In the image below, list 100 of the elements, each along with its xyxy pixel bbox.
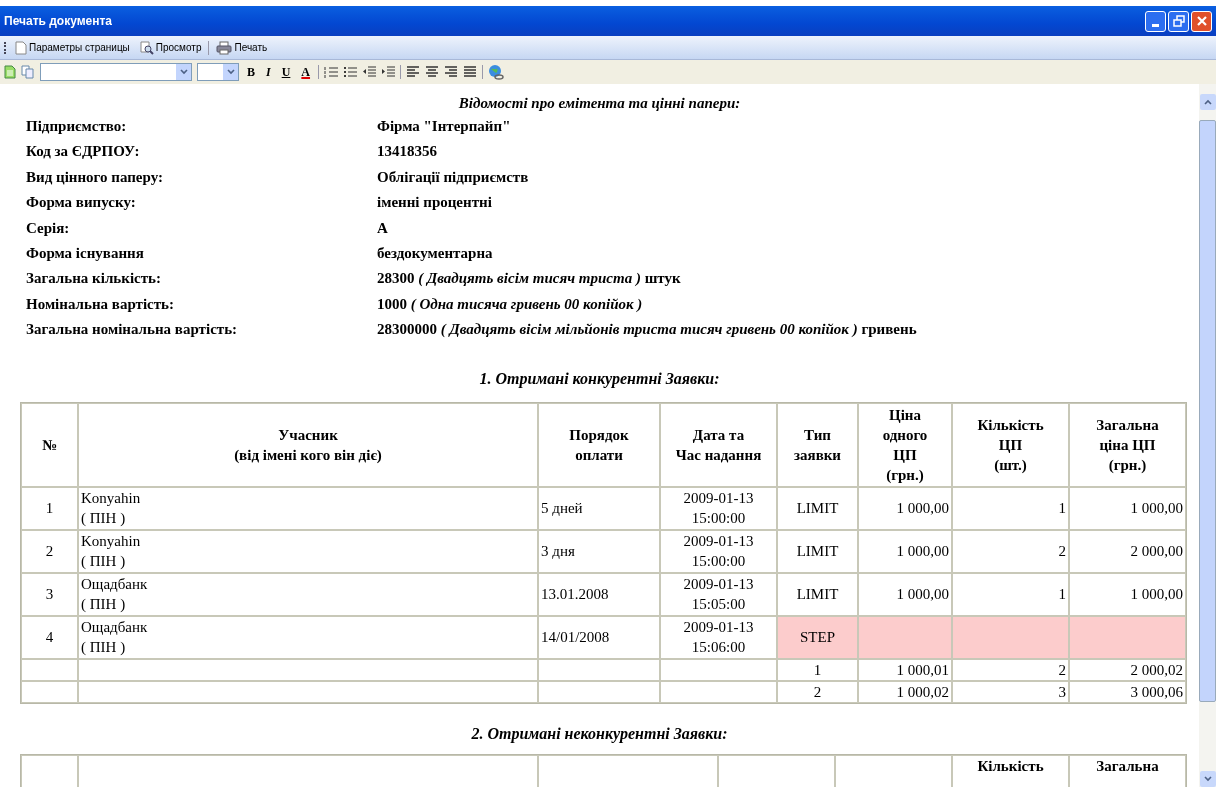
table-cell: 1 000,00 bbox=[1069, 486, 1186, 530]
field-label: Підприємство: bbox=[26, 117, 128, 136]
document-heading: Відомості про емітента та цінні папери: bbox=[457, 94, 742, 113]
column-header: Порядок оплати bbox=[538, 402, 660, 487]
table-cell: 2 000,00 bbox=[1069, 529, 1186, 573]
column-header: Загальна ціна ЦП (грн.) bbox=[1069, 402, 1186, 487]
scroll-up-button[interactable] bbox=[1199, 94, 1216, 110]
table-cell: Ощадбанк ( ПІН ) bbox=[78, 572, 538, 616]
table-cell: 3 000,06 bbox=[1069, 680, 1186, 703]
toolbar-button[interactable]: Просмотр bbox=[136, 39, 205, 56]
page-icon bbox=[15, 40, 27, 55]
bullet-list-icon[interactable] bbox=[343, 66, 358, 78]
align-right-icon[interactable] bbox=[444, 66, 459, 78]
table-cell: 2009-01-13 15:06:00 bbox=[660, 615, 777, 659]
table-cell: 1 000,00 bbox=[858, 572, 952, 616]
format-button[interactable]: A bbox=[298, 64, 314, 80]
column-header: Дата та Час надання bbox=[660, 402, 777, 487]
field-label: Загальна номінальна вартість: bbox=[26, 320, 239, 340]
column-header: Кількість bbox=[952, 754, 1069, 787]
table-cell: LIMIT bbox=[777, 529, 858, 573]
field-label: Вид цінного паперу: bbox=[26, 167, 164, 187]
toolbar-button[interactable]: Печать bbox=[213, 39, 271, 56]
align-left-icon[interactable] bbox=[406, 66, 421, 78]
table-cell: LIMIT bbox=[777, 486, 858, 530]
scrollbar[interactable] bbox=[1199, 84, 1216, 787]
table-cell: 1 bbox=[777, 658, 858, 681]
table-cell: 2009-01-13 15:00:00 bbox=[660, 486, 777, 530]
format-button[interactable]: B bbox=[244, 64, 258, 80]
minimize-icon bbox=[1152, 23, 1159, 27]
printer-icon bbox=[216, 40, 233, 55]
field-label: Серія: bbox=[26, 218, 71, 238]
chevron-down-icon bbox=[226, 69, 235, 75]
window-title: Печать документа bbox=[4, 14, 114, 28]
table-cell: 1 000,00 bbox=[858, 486, 952, 530]
table-cell: 3 bbox=[21, 572, 78, 616]
section-heading: 2. Отримані неконкурентні Заявки: bbox=[470, 723, 729, 744]
table-cell: 4 bbox=[21, 615, 78, 659]
column-header: Учасник (від імені кого він діє) bbox=[78, 402, 538, 487]
column-header: Загальна bbox=[1069, 754, 1186, 787]
section-heading: 1. Отримані конкурентні Заявки: bbox=[478, 368, 721, 389]
field-value: бездокументарна bbox=[377, 244, 494, 264]
table-cell: STEP bbox=[777, 615, 858, 659]
field-value: 28300 ( Двадцять вісім тисяч триста ) штук bbox=[377, 269, 682, 289]
chevron-down-icon bbox=[179, 69, 188, 75]
format-button[interactable]: I bbox=[263, 64, 274, 80]
document-icon[interactable] bbox=[4, 65, 16, 79]
table-cell: 1 000,02 bbox=[858, 680, 952, 703]
close-icon bbox=[1195, 15, 1208, 27]
field-value: іменні процентні bbox=[377, 193, 493, 213]
table-cell: 2 000,02 bbox=[1069, 658, 1186, 681]
table-cell: 2 bbox=[777, 680, 858, 703]
field-label: Номінальна вартість: bbox=[26, 294, 175, 314]
indent-icon[interactable] bbox=[381, 66, 396, 78]
table-cell: 1 000,00 bbox=[1069, 572, 1186, 616]
table-cell: 1 bbox=[952, 486, 1069, 530]
table-cell: 3 bbox=[952, 680, 1069, 703]
table-cell: 1 bbox=[21, 486, 78, 530]
table-cell: 13.01.2008 bbox=[538, 572, 660, 616]
column-header: Ціна одного ЦП (грн.) bbox=[858, 402, 952, 487]
magnifier-page-icon bbox=[139, 40, 154, 55]
size-dropdown[interactable] bbox=[197, 63, 239, 81]
outdent-icon[interactable] bbox=[362, 66, 377, 78]
table-cell: 2009-01-13 15:05:00 bbox=[660, 572, 777, 616]
column-header: Тип заявки bbox=[777, 402, 858, 487]
table-cell: 2009-01-13 15:00:00 bbox=[660, 529, 777, 573]
restore-button[interactable] bbox=[1168, 10, 1189, 32]
table-cell: 1 000,00 bbox=[858, 529, 952, 573]
chevron-up-icon bbox=[1203, 99, 1212, 105]
toolbar-button[interactable]: Параметры страницы bbox=[12, 39, 133, 56]
close-button[interactable] bbox=[1191, 10, 1212, 32]
table-cell: 14/01/2008 bbox=[538, 615, 660, 659]
globe-link-icon[interactable] bbox=[488, 64, 505, 80]
chevron-down-icon bbox=[1203, 776, 1212, 782]
column-header: № bbox=[21, 402, 78, 487]
align-center-icon[interactable] bbox=[425, 66, 440, 78]
table-cell: 5 дней bbox=[538, 486, 660, 530]
field-value: А bbox=[377, 218, 389, 238]
scroll-thumb[interactable] bbox=[1199, 120, 1216, 702]
restore-icon bbox=[1172, 15, 1185, 27]
field-label: Форма існування bbox=[26, 244, 145, 264]
table-cell: 2 bbox=[952, 658, 1069, 681]
table-cell: Ощадбанк ( ПІН ) bbox=[78, 615, 538, 659]
field-value: 13418356 bbox=[377, 142, 438, 162]
font-dropdown[interactable] bbox=[40, 63, 192, 81]
table-cell: 1 bbox=[952, 572, 1069, 616]
table-cell: 2 bbox=[21, 529, 78, 573]
scroll-down-button[interactable] bbox=[1199, 771, 1216, 787]
field-value: 1000 ( Одна тисяча гривень 00 копійок ) bbox=[377, 294, 644, 314]
field-value: Облігації підприємств bbox=[377, 167, 530, 187]
copy-icon[interactable] bbox=[21, 65, 35, 79]
justify-icon[interactable] bbox=[463, 66, 478, 78]
table-cell: 2 bbox=[952, 529, 1069, 573]
format-button[interactable]: U bbox=[278, 64, 294, 80]
field-value: Фірма "Інтерпайп" bbox=[377, 117, 512, 136]
table-cell: Konyahin ( ПІН ) bbox=[78, 486, 538, 530]
field-label: Код за ЄДРПОУ: bbox=[26, 142, 141, 162]
table-cell: 3 дня bbox=[538, 529, 660, 573]
minimize-button[interactable] bbox=[1145, 10, 1166, 32]
table-cell: LIMIT bbox=[777, 572, 858, 616]
field-value: 28300000 ( Двадцять вісім мільйонів триста тисяч гривень 00 копійок ) гривень bbox=[377, 320, 918, 340]
